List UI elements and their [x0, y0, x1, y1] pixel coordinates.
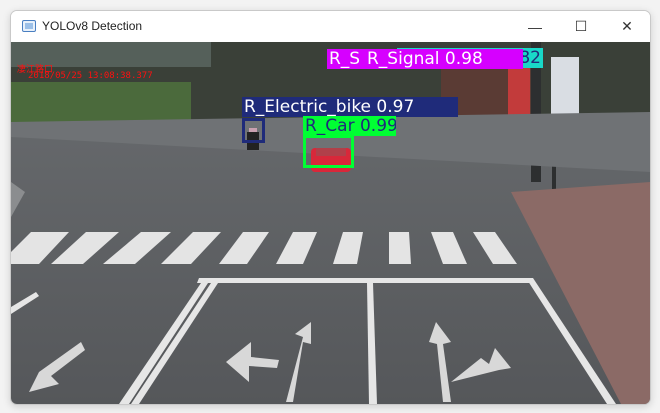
app-icon — [22, 20, 36, 32]
signal-label: R_Signal 0.98 — [365, 49, 523, 69]
close-button[interactable]: ✕ — [604, 11, 650, 42]
grass — [11, 82, 191, 122]
signal-label-partial: R_S — [327, 49, 367, 69]
app-window: YOLOv8 Detection — ☐ ✕ 凄江路口 2018/05/25 1… — [10, 10, 651, 405]
timestamp-overlay: 2018/05/25 13:08:38.377 — [28, 71, 153, 81]
minimize-icon: — — [528, 18, 542, 35]
car-label: R_Car 0.99 — [303, 116, 396, 136]
window-title: YOLOv8 Detection — [42, 19, 143, 33]
minimize-button[interactable]: — — [512, 11, 558, 42]
title-bar[interactable]: YOLOv8 Detection — ☐ ✕ — [11, 11, 650, 42]
detection-image: 凄江路口 2018/05/25 13:08:38.377 R_Electric_… — [11, 42, 650, 404]
car-box — [303, 135, 354, 168]
electric-bike-label: R_Electric_bike 0.97 — [242, 97, 458, 117]
electric-bike-box — [242, 118, 265, 143]
maximize-button[interactable]: ☐ — [558, 11, 604, 42]
maximize-icon: ☐ — [574, 18, 588, 34]
close-icon: ✕ — [621, 18, 633, 34]
